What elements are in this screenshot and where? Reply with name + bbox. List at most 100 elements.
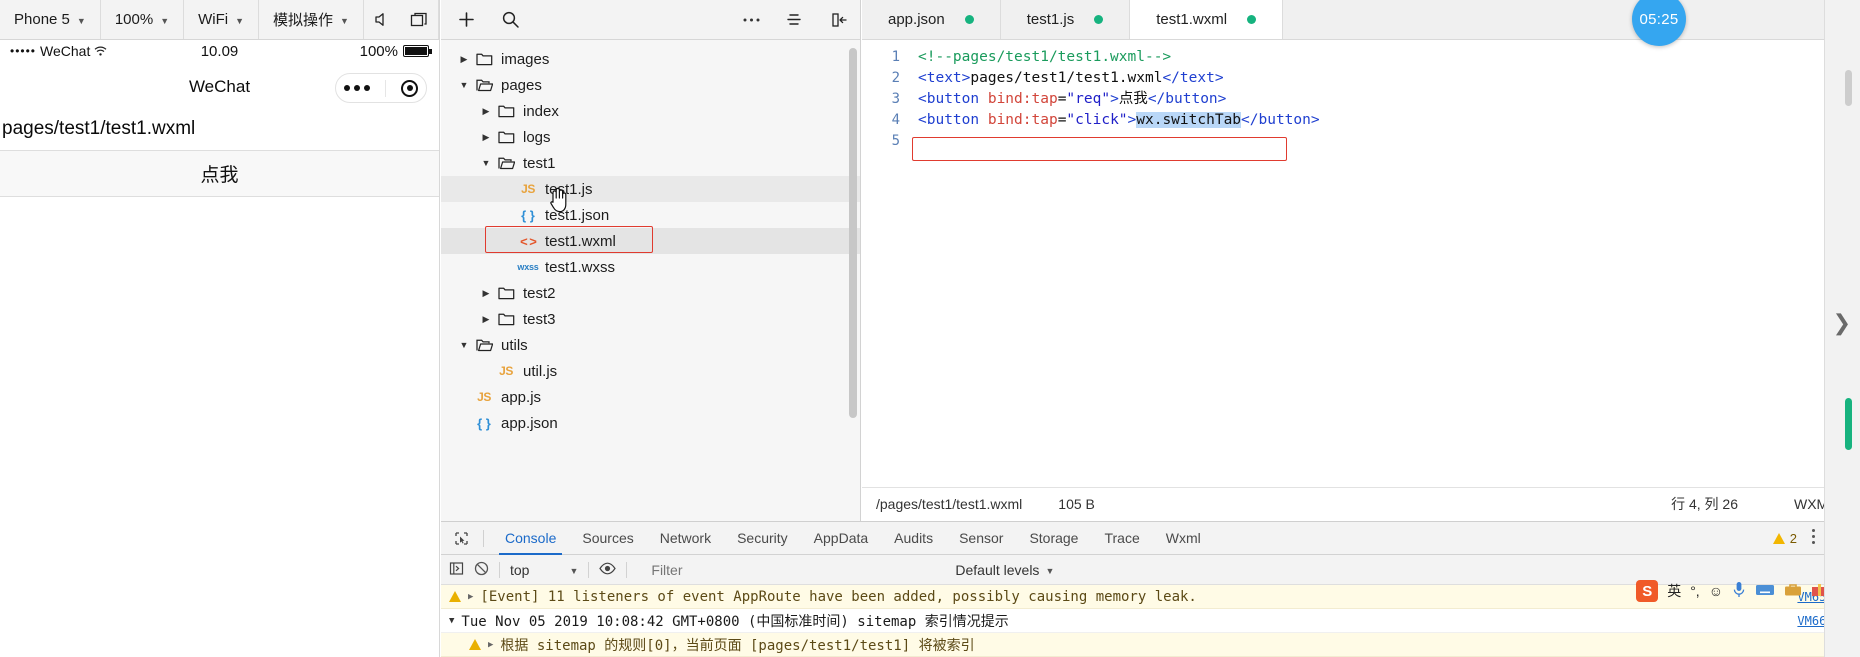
- editor-tab-bar[interactable]: app.json test1.js test1.wxml: [862, 0, 1860, 40]
- chevron-right-icon[interactable]: ▶: [477, 288, 495, 299]
- file-tree-item-logs[interactable]: ▶ logs: [441, 124, 860, 150]
- toolbox-icon[interactable]: [1784, 582, 1802, 600]
- sogou-ime-icon[interactable]: S: [1636, 580, 1659, 602]
- chevron-right-icon[interactable]: ▶: [477, 314, 495, 325]
- mute-icon[interactable]: [364, 0, 401, 40]
- editor-tab-app-json[interactable]: app.json: [862, 0, 1001, 39]
- file-tree-item-test3[interactable]: ▶ test3: [441, 306, 860, 332]
- file-tree[interactable]: ▶ images ▼ pages ▶ index ▶ logs ▼ test1 JS test1.js…: [441, 40, 860, 525]
- add-file-icon[interactable]: [445, 0, 487, 40]
- simulate-operations-selector[interactable]: 模拟操作 ▼: [259, 0, 364, 39]
- keyboard-icon[interactable]: [1755, 583, 1775, 600]
- devtools-tab-console[interactable]: Console: [492, 522, 569, 555]
- file-tree-item-images[interactable]: ▶ images: [441, 46, 860, 72]
- warning-count-badge[interactable]: 2: [1772, 531, 1797, 546]
- more-options-icon[interactable]: [730, 0, 772, 40]
- page-text-element: pages/test1/test1.wxml: [2, 118, 196, 139]
- filter-divider-3: [626, 561, 628, 578]
- capsule-button-group[interactable]: [335, 73, 427, 103]
- file-tree-item-util-js[interactable]: JS util.js: [441, 358, 860, 384]
- chevron-down-icon[interactable]: ▼: [477, 158, 495, 168]
- rail-scrollbar-bottom[interactable]: [1845, 398, 1852, 450]
- file-tree-item-pages[interactable]: ▼ pages: [441, 72, 860, 98]
- devtools-tab-bar[interactable]: Console Sources Network Security AppData Audi…: [441, 522, 1860, 555]
- editor-tab-filler: [1283, 0, 1860, 39]
- devtools-tab-label: Network: [659, 530, 712, 546]
- chevron-right-icon[interactable]: ▶: [477, 106, 495, 117]
- network-selector[interactable]: WiFi ▼: [184, 0, 260, 39]
- chevron-right-icon[interactable]: ▶: [477, 132, 495, 143]
- devtools-tab-audits[interactable]: Audits: [881, 522, 946, 555]
- kebab-menu-icon[interactable]: [1811, 528, 1816, 548]
- ime-punctuation-icon[interactable]: °,: [1690, 583, 1700, 599]
- code-line[interactable]: 2 <text>pages/test1/test1.wxml</text>: [862, 68, 1860, 89]
- devtools-tab-security[interactable]: Security: [724, 522, 801, 555]
- execute-icon[interactable]: [449, 561, 464, 579]
- devtools-tabs[interactable]: Console Sources Network Security AppData Audi…: [492, 522, 1214, 555]
- file-tree-item-index[interactable]: ▶ index: [441, 98, 860, 124]
- search-icon[interactable]: [489, 0, 531, 40]
- expand-panel-chevron-icon[interactable]: ❯: [1833, 310, 1851, 336]
- devtools-tab-network[interactable]: Network: [647, 522, 724, 555]
- code-line[interactable]: 4 <button bind:tap="click">wx.switchTab</…: [862, 110, 1860, 131]
- ime-smiley-icon[interactable]: ☺: [1709, 583, 1723, 599]
- chevron-down-icon[interactable]: ▼: [455, 80, 473, 90]
- expander-closed-icon[interactable]: ▶: [468, 592, 473, 602]
- live-expression-icon[interactable]: [599, 562, 617, 578]
- console-filter-input[interactable]: [637, 561, 888, 578]
- expander-open-icon[interactable]: ▼: [449, 616, 454, 626]
- devtools-tab-sources[interactable]: Sources: [569, 522, 646, 555]
- mic-icon[interactable]: [1732, 581, 1746, 601]
- unsaved-changes-dot-icon[interactable]: [964, 15, 974, 24]
- folder-icon: [495, 130, 517, 144]
- file-tree-scrollbar[interactable]: [849, 48, 857, 418]
- file-tree-item-app-js[interactable]: JS app.js: [441, 384, 860, 410]
- console-context-selector[interactable]: top ▼: [510, 562, 578, 578]
- devtools-tab-trace[interactable]: Trace: [1091, 522, 1152, 555]
- clear-console-icon[interactable]: [474, 561, 489, 579]
- console-levels-selector[interactable]: Default levels ▼: [955, 562, 1054, 578]
- rotate-screen-icon[interactable]: [401, 0, 438, 40]
- expander-closed-icon[interactable]: ▶: [488, 640, 493, 650]
- ime-lang-icon[interactable]: 英: [1667, 581, 1681, 601]
- console-message-row[interactable]: ▼ Tue Nov 05 2019 10:08:42 GMT+0800 (中国标准…: [441, 609, 1860, 633]
- code-content[interactable]: 1 <!--pages/test1/test1.wxml--> 2 <text>pag…: [862, 40, 1860, 152]
- device-selector[interactable]: Phone 5 ▼: [0, 0, 101, 39]
- chevron-down-icon[interactable]: ▼: [455, 340, 473, 350]
- zoom-selector[interactable]: 100% ▼: [101, 0, 185, 39]
- file-tree-item-utils[interactable]: ▼ utils: [441, 332, 860, 358]
- file-tree-item-test2[interactable]: ▶ test2: [441, 280, 860, 306]
- wechat-devtools-window: Phone 5 ▼ 100% ▼ WiFi ▼ 模拟操作 ▼ ••••• WeC…: [0, 0, 1860, 657]
- simulate-operations-label: 模拟操作: [273, 12, 334, 29]
- code-line[interactable]: 3 <button bind:tap="req">点我</button>: [862, 89, 1860, 110]
- rail-scrollbar-top[interactable]: [1845, 70, 1852, 106]
- code-editor[interactable]: 1 <!--pages/test1/test1.wxml--> 2 <text>pag…: [862, 40, 1860, 480]
- editor-tab-test1-js[interactable]: test1.js: [1000, 0, 1131, 39]
- devtools-tab-appdata[interactable]: AppData: [801, 522, 881, 555]
- code-token: "click": [1066, 112, 1128, 128]
- file-tree-item-test1-wxml[interactable]: < > test1.wxml: [441, 228, 860, 254]
- simulator-viewport[interactable]: ••••• WeChat 10.09 100% WeChat pages/tes…: [0, 40, 439, 657]
- mini-program-button[interactable]: 点我: [0, 150, 439, 197]
- chevron-right-icon[interactable]: ▶: [455, 54, 473, 65]
- devtools-tab-wxml[interactable]: Wxml: [1153, 522, 1214, 555]
- collapse-sidebar-icon[interactable]: [818, 0, 860, 40]
- editor-tab-test1-wxml[interactable]: test1.wxml: [1130, 0, 1284, 39]
- devtools-tab-sensor[interactable]: Sensor: [946, 522, 1016, 555]
- code-line[interactable]: 5: [862, 131, 1860, 152]
- devtools-tab-storage[interactable]: Storage: [1016, 522, 1091, 555]
- file-tree-item-app-json[interactable]: { } app.json: [441, 410, 860, 436]
- console-message-row[interactable]: ▶ 根据 sitemap 的规则[0]，当前页面 [pages/test1/tes…: [441, 633, 1860, 657]
- file-tree-item-test1-json[interactable]: { } test1.json: [441, 202, 860, 228]
- close-target-icon[interactable]: [401, 79, 419, 97]
- file-tree-item-test1-wxss[interactable]: wxss test1.wxss: [441, 254, 860, 280]
- compare-icon[interactable]: [774, 0, 816, 40]
- inspect-element-icon[interactable]: [447, 526, 475, 550]
- unsaved-changes-dot-icon[interactable]: [1094, 15, 1104, 24]
- file-tree-item-test1[interactable]: ▼ test1: [441, 150, 860, 176]
- file-tree-item-test1-js[interactable]: JS test1.js: [441, 176, 860, 202]
- unsaved-changes-dot-icon[interactable]: [1247, 15, 1257, 24]
- code-line[interactable]: 1 <!--pages/test1/test1.wxml-->: [862, 47, 1860, 68]
- line-number: 4: [891, 112, 900, 128]
- more-dots-icon[interactable]: [343, 85, 370, 91]
